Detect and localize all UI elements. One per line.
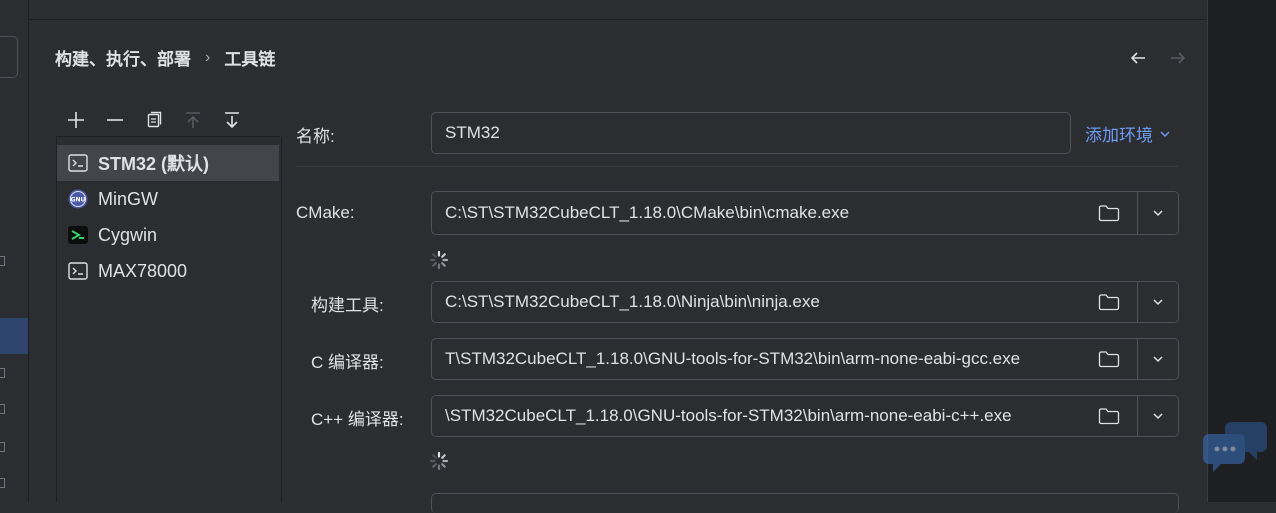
toolchain-item-max78000[interactable]: MAX78000 — [57, 253, 279, 289]
toolchain-label: Cygwin — [98, 224, 158, 245]
top-divider — [28, 19, 1206, 20]
c-compiler-path-field[interactable]: T\STM32CubeCLT_1.18.0\GNU-tools-for-STM3… — [431, 338, 1179, 380]
folder-icon[interactable] — [1087, 192, 1131, 234]
cpp-compiler-label: C++ 编译器: — [311, 410, 404, 429]
cmake-path-field[interactable]: C:\ST\STM32CubeCLT_1.18.0\CMake\bin\cmak… — [431, 191, 1179, 235]
build-tool-path-value: C:\ST\STM32CubeCLT_1.18.0\Ninja\bin\ninj… — [445, 292, 820, 311]
add-environment-dropdown[interactable]: 添加环境 — [1085, 121, 1171, 146]
c-compiler-path-value: T\STM32CubeCLT_1.18.0\GNU-tools-for-STM3… — [445, 349, 1021, 368]
c-compiler-label: C 编译器: — [311, 353, 384, 372]
debugger-path-field[interactable] — [431, 493, 1179, 513]
breadcrumb-parent[interactable]: 构建、执行、部署 — [55, 45, 191, 70]
toolchain-item-cygwin[interactable]: Cygwin — [57, 217, 279, 253]
name-input-value: STM32 — [445, 123, 500, 142]
chevron-down-icon[interactable] — [1137, 282, 1178, 322]
cpp-compiler-path-field[interactable]: \STM32CubeCLT_1.18.0\GNU-tools-for-STM32… — [431, 395, 1179, 437]
toolchain-label: STM32 (默认) — [98, 154, 210, 174]
terminal-icon — [68, 262, 88, 280]
toolchain-label: MinGW — [98, 188, 158, 209]
toolchain-label: MAX78000 — [98, 260, 188, 281]
settings-search-box[interactable] — [0, 36, 18, 78]
copy-icon[interactable] — [134, 105, 173, 135]
right-scroll-band — [1203, 0, 1276, 502]
sidebar-selected-item[interactable] — [0, 318, 28, 354]
add-icon[interactable] — [56, 105, 95, 135]
gnu-icon: GNU — [68, 189, 88, 209]
remove-icon[interactable] — [95, 105, 134, 135]
folder-icon[interactable] — [1087, 396, 1131, 436]
name-label: 名称: — [296, 127, 335, 146]
settings-sidebar-strip — [0, 0, 29, 502]
section-divider — [296, 166, 1178, 167]
folder-icon[interactable] — [1087, 282, 1131, 322]
cpp-compiler-path-value: \STM32CubeCLT_1.18.0\GNU-tools-for-STM32… — [445, 406, 1012, 425]
chat-bubble-icon — [1203, 422, 1267, 472]
add-environment-label: 添加环境 — [1085, 126, 1153, 145]
toolchain-item-mingw[interactable]: GNU MinGW — [57, 181, 279, 217]
cmake-path-value: C:\ST\STM32CubeCLT_1.18.0\CMake\bin\cmak… — [445, 203, 850, 222]
toolchain-item-stm32[interactable]: STM32 (默认) — [57, 145, 279, 181]
toolchain-toolbar — [56, 104, 280, 137]
breadcrumb: 构建、执行、部署 › 工具链 — [55, 45, 275, 70]
tree-node-marker — [0, 478, 5, 488]
chevron-down-icon[interactable] — [1137, 192, 1178, 234]
build-tool-label: 构建工具: — [311, 296, 384, 315]
forward-arrow-icon[interactable] — [1168, 48, 1188, 68]
chevron-down-icon[interactable] — [1137, 396, 1178, 436]
cygwin-icon — [68, 226, 88, 244]
move-up-icon[interactable] — [173, 105, 212, 135]
tree-node-marker — [0, 368, 5, 378]
name-input[interactable]: STM32 — [431, 112, 1071, 154]
loading-spinner-icon — [429, 250, 449, 270]
cmake-label: CMake: — [296, 203, 355, 222]
tree-node-marker — [0, 256, 5, 266]
chevron-right-icon: › — [205, 48, 211, 66]
loading-spinner-icon — [429, 451, 449, 471]
toolchain-list: STM32 (默认) GNU MinGW Cygwin MAX78000 — [56, 137, 282, 502]
terminal-icon — [68, 154, 88, 172]
build-tool-path-field[interactable]: C:\ST\STM32CubeCLT_1.18.0\Ninja\bin\ninj… — [431, 281, 1179, 323]
chevron-down-icon — [1160, 130, 1170, 137]
svg-text:GNU: GNU — [71, 197, 86, 204]
back-arrow-icon[interactable] — [1128, 48, 1148, 68]
folder-icon[interactable] — [1087, 339, 1131, 379]
chevron-down-icon[interactable] — [1137, 339, 1178, 379]
tree-node-marker — [0, 404, 5, 414]
breadcrumb-current: 工具链 — [224, 50, 276, 69]
move-down-icon[interactable] — [212, 105, 251, 135]
tree-node-marker — [0, 442, 5, 452]
